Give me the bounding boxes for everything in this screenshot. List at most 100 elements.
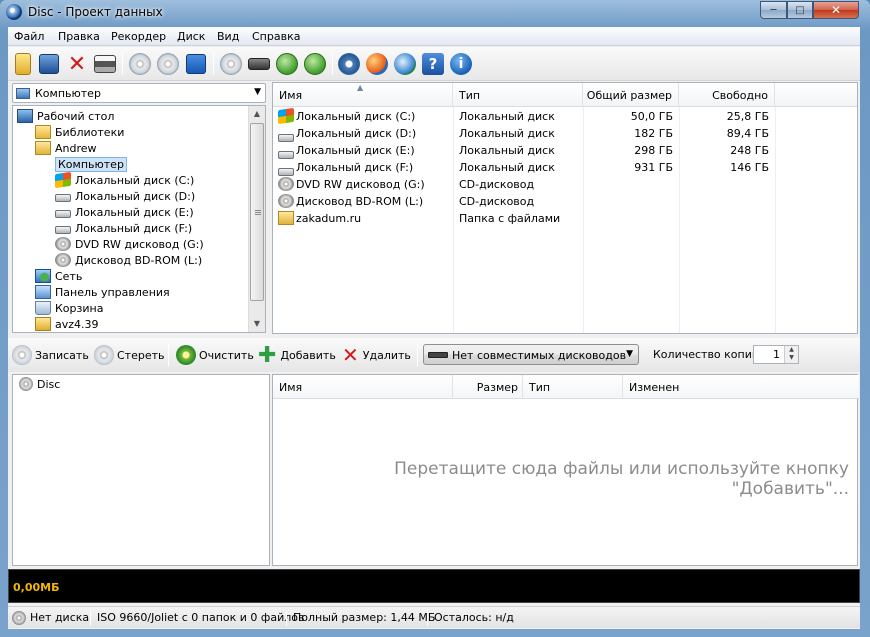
forward-icon[interactable] [302, 51, 328, 77]
delete-icon[interactable]: ✕ [64, 51, 90, 77]
plus-icon: ✚ [258, 342, 277, 368]
remove-button[interactable]: ✕ Удалить [342, 343, 411, 367]
file-row[interactable]: Локальный диск (E:) Локальный диск 298 ГБ 2… [273, 142, 857, 159]
minimize-button[interactable]: ─ [760, 1, 787, 19]
drive-select[interactable]: Нет совместимых дисководов ▼ [423, 344, 639, 365]
app-window: Disc - Проект данных ─ □ ✕ Файл Правка Р… [0, 0, 870, 637]
menu-help[interactable]: Справка [252, 30, 300, 43]
project-toolbar: Записать Стереть Очистить ✚ Добавить ✕ Уда… [8, 338, 860, 372]
file-type: Локальный диск [459, 161, 555, 174]
clear-button[interactable]: Очистить [176, 344, 254, 366]
tree-node[interactable]: Сеть [35, 268, 82, 284]
disc-tree[interactable]: Disc [12, 374, 270, 566]
erase-disc-icon [94, 345, 114, 365]
browser-pane: Компьютер ▼ Рабочий стол Библиотеки Andrew… [8, 81, 860, 337]
col-total-header[interactable]: Общий размер [583, 83, 679, 107]
disc-info-icon[interactable] [218, 51, 244, 77]
maximize-button[interactable]: □ [787, 1, 813, 19]
drive-icon [55, 226, 71, 234]
file-type: Локальный диск [459, 144, 555, 157]
burn-icon[interactable] [183, 51, 209, 77]
folder-tree[interactable]: Рабочий стол Библиотеки Andrew Компьютер Лок… [12, 105, 266, 333]
erase-disc-icon[interactable] [127, 51, 153, 77]
erase-button[interactable]: Стереть [94, 344, 165, 366]
tree-node[interactable]: Компьютер [35, 156, 127, 172]
drive-icon[interactable] [246, 51, 272, 77]
tree-node[interactable]: Andrew [35, 140, 97, 156]
file-name: DVD RW дисковод (G:) [296, 178, 425, 191]
tree-node[interactable]: DVD RW дисковод (G:) [55, 236, 204, 252]
tree-node[interactable]: Корзина [35, 300, 103, 316]
file-row[interactable]: Дисковод BD-ROM (L:) CD-дисковод [273, 193, 857, 210]
save-icon[interactable] [36, 51, 62, 77]
update-icon[interactable] [364, 51, 390, 77]
desktop-icon [17, 109, 33, 123]
tree-node[interactable]: avz4.39 [35, 316, 99, 332]
scroll-up-icon[interactable]: ▲ [249, 106, 265, 122]
search-icon[interactable] [392, 51, 418, 77]
scroll-thumb[interactable] [250, 123, 264, 301]
tree-node-label: Сеть [55, 269, 83, 283]
proj-col-name[interactable]: Имя [273, 375, 453, 399]
title-bar[interactable]: Disc - Проект данных ─ □ ✕ [0, 0, 870, 26]
drive-icon [428, 352, 448, 358]
file-row[interactable]: DVD RW дисковод (G:) CD-дисковод [273, 176, 857, 193]
burn-button[interactable]: Записать [12, 344, 89, 366]
tree-node-label: Andrew [55, 141, 97, 155]
help-icon[interactable]: ? [420, 51, 446, 77]
info-icon[interactable]: i [448, 51, 474, 77]
file-name: zakadum.ru [296, 212, 362, 225]
menu-file[interactable]: Файл [14, 30, 44, 43]
remove-icon: ✕ [342, 343, 359, 367]
stepper-arrows-icon[interactable]: ▲ ▼ [784, 346, 798, 363]
user-icon [278, 211, 294, 225]
project-file-list[interactable]: Имя Размер Тип Изменен Перетащите сюда ф… [272, 374, 859, 566]
open-folder-icon[interactable] [10, 51, 36, 77]
tree-node[interactable]: Локальный диск (F:) [55, 220, 192, 236]
file-free: 248 ГБ [730, 144, 769, 157]
tree-node[interactable]: Локальный диск (E:) [55, 204, 194, 220]
back-icon[interactable] [274, 51, 300, 77]
menu-view[interactable]: Вид [217, 30, 239, 43]
close-button[interactable]: ✕ [813, 1, 859, 19]
proj-col-size[interactable]: Размер [453, 375, 523, 399]
tree-node[interactable]: Дисковод BD-ROM (L:) [55, 252, 202, 268]
col-free-header[interactable]: Свободно [679, 83, 775, 107]
tree-node[interactable]: Библиотеки [35, 124, 124, 140]
print-icon[interactable] [92, 51, 118, 77]
settings-icon[interactable] [336, 51, 362, 77]
tree-node[interactable]: Рабочий стол [17, 108, 114, 124]
file-free: 146 ГБ [730, 161, 769, 174]
col-empty-header [775, 83, 857, 107]
drive-select-value: Нет совместимых дисководов [452, 349, 627, 362]
file-row[interactable]: Локальный диск (F:) Локальный диск 931 ГБ 1… [273, 159, 857, 176]
disc-root-node[interactable]: Disc [19, 377, 60, 391]
proj-col-modified[interactable]: Изменен [623, 375, 859, 399]
file-name: Локальный диск (C:) [296, 110, 416, 123]
menu-recorder[interactable]: Рекордер [111, 30, 166, 43]
bin-icon [35, 301, 51, 315]
col-name-header[interactable]: Имя ▲ [273, 83, 453, 107]
file-list[interactable]: Имя ▲ Тип Общий размер Свободно Локальный… [272, 82, 858, 334]
add-button[interactable]: ✚ Добавить [258, 342, 336, 368]
file-row[interactable]: Локальный диск (D:) Локальный диск 182 ГБ 8… [273, 125, 857, 142]
file-row[interactable]: Локальный диск (C:) Локальный диск 50,0 ГБ… [273, 107, 857, 125]
menu-disc[interactable]: Диск [177, 30, 205, 43]
computer-icon [16, 88, 30, 99]
tree-node[interactable]: Локальный диск (C:) [55, 171, 194, 189]
tree-node[interactable]: Панель управления [35, 284, 170, 300]
copies-stepper[interactable]: 1 ▲ ▼ [753, 345, 799, 364]
tree-node[interactable]: Локальный диск (D:) [55, 188, 195, 204]
col-type-header[interactable]: Тип [453, 83, 583, 107]
proj-col-type[interactable]: Тип [523, 375, 623, 399]
check-disc-icon[interactable] [155, 51, 181, 77]
location-combo[interactable]: Компьютер ▼ [12, 83, 266, 103]
dvd-icon [55, 237, 71, 251]
ctrl-icon [35, 285, 51, 299]
scroll-down-icon[interactable]: ▼ [249, 316, 265, 332]
file-row[interactable]: zakadum.ru Папка с файлами [273, 210, 857, 227]
menu-edit[interactable]: Правка [58, 30, 100, 43]
tree-scrollbar[interactable]: ▲ ▼ [248, 106, 265, 332]
file-type: Локальный диск [459, 110, 555, 123]
tree-node-label: Локальный диск (E:) [75, 205, 194, 219]
